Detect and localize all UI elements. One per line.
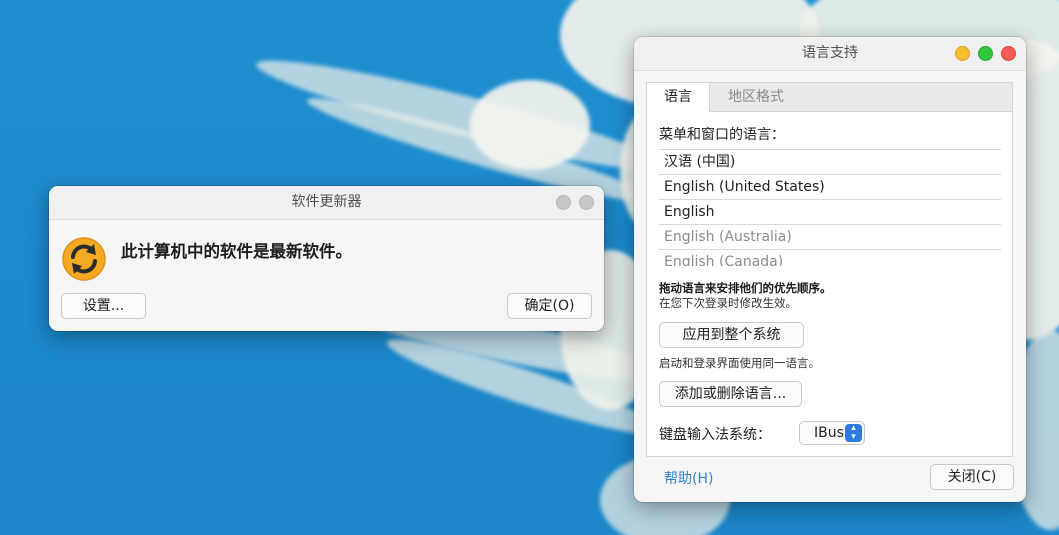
software-updater-window: 软件更新器 此计算机中的软件是最新软件。 设置... 确定(O)	[49, 186, 604, 331]
drag-hint: 拖动语言来安排他们的优先顺序。	[659, 281, 832, 295]
close-button[interactable]	[1001, 46, 1016, 61]
ok-button[interactable]: 确定(O)	[507, 293, 592, 319]
next-login-hint: 在您下次登录时修改生效。	[659, 296, 797, 310]
language-list[interactable]: 汉语 (中国) English (United States) English …	[659, 149, 1001, 266]
language-titlebar[interactable]: 语言支持	[634, 37, 1026, 71]
close-dialog-button[interactable]: 关闭(C)	[930, 464, 1014, 490]
tab-language[interactable]: 语言	[647, 83, 710, 112]
list-item[interactable]: English (United States)	[659, 175, 1001, 200]
refresh-icon	[62, 237, 106, 281]
tab-regional-formats[interactable]: 地区格式	[710, 83, 802, 111]
tab-bar: 语言 地区格式	[647, 83, 1012, 112]
add-remove-languages-button[interactable]: 添加或删除语言...	[659, 381, 802, 407]
close-button[interactable]	[579, 195, 594, 210]
updater-titlebar[interactable]: 软件更新器	[49, 186, 604, 220]
input-method-select[interactable]: IBus ▴ ▾	[799, 421, 865, 445]
maximize-button[interactable]	[978, 46, 993, 61]
minimize-button[interactable]	[556, 195, 571, 210]
list-item[interactable]: English	[659, 200, 1001, 225]
help-link[interactable]: 帮助(H)	[664, 468, 713, 488]
language-support-window: 语言支持 语言 地区格式 菜单和窗口的语言： 汉语 (中国) English (…	[634, 37, 1026, 502]
updater-status-message: 此计算机中的软件是最新软件。	[121, 242, 352, 261]
settings-button[interactable]: 设置...	[61, 293, 146, 319]
apply-system-wide-button[interactable]: 应用到整个系统	[659, 322, 804, 348]
list-item[interactable]: 汉语 (中国)	[659, 150, 1001, 175]
list-item[interactable]: English (Canada)	[659, 250, 1001, 266]
language-panel: 语言 地区格式 菜单和窗口的语言： 汉语 (中国) English (Unite…	[646, 82, 1013, 457]
input-method-label: 键盘输入法系统：	[659, 427, 771, 443]
updater-title: 软件更新器	[291, 194, 362, 210]
minimize-button[interactable]	[955, 46, 970, 61]
list-item[interactable]: English (Australia)	[659, 225, 1001, 250]
login-screen-hint: 启动和登录界面使用同一语言。	[659, 356, 820, 370]
menu-language-label: 菜单和窗口的语言：	[659, 127, 785, 143]
input-method-value: IBus	[814, 425, 844, 441]
chevron-updown-icon: ▴ ▾	[845, 424, 862, 442]
language-title: 语言支持	[802, 45, 858, 61]
